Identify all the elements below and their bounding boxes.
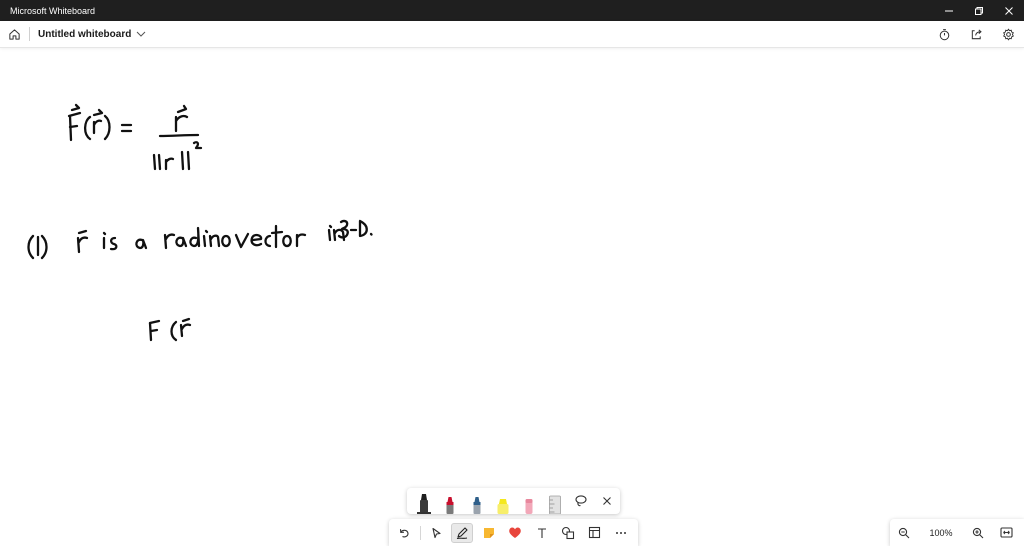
ruler-icon	[549, 495, 562, 514]
close-button[interactable]	[994, 0, 1024, 21]
zoom-level[interactable]: 100%	[918, 528, 964, 538]
reaction-tool[interactable]	[502, 519, 529, 546]
window-title: Microsoft Whiteboard	[10, 5, 96, 16]
zoom-in-icon	[972, 527, 984, 538]
minimize-icon	[945, 10, 953, 11]
pink-highlighter[interactable]	[516, 488, 542, 514]
more-button[interactable]	[608, 519, 635, 546]
ink-layer	[27, 103, 373, 342]
red-pen-icon	[446, 497, 454, 514]
board-menu-button[interactable]	[136, 30, 146, 38]
sticky-note-tool[interactable]	[476, 519, 503, 546]
shapes-icon	[562, 526, 575, 539]
settings-button[interactable]	[992, 21, 1024, 48]
pink-highlighter-icon	[525, 499, 533, 514]
more-icon	[616, 531, 627, 534]
whiteboard-canvas[interactable]	[0, 49, 1024, 546]
minimize-button[interactable]	[934, 0, 964, 21]
zoom-controls: 100%	[890, 519, 1024, 546]
sticky-note-icon	[483, 527, 494, 538]
main-toolbar	[389, 519, 638, 546]
black-pen[interactable]	[411, 488, 437, 514]
undo-icon	[400, 528, 409, 537]
title-bar: Microsoft Whiteboard	[0, 0, 1024, 21]
zoom-out-icon	[898, 527, 910, 538]
templates-icon	[589, 526, 601, 539]
close-icon	[603, 497, 612, 505]
header-divider	[29, 27, 30, 41]
lasso-icon	[575, 495, 587, 507]
select-icon	[432, 527, 441, 538]
pen-tray	[407, 488, 620, 514]
blue-pen[interactable]	[464, 488, 490, 514]
ink-note	[27, 219, 373, 260]
settings-icon	[1002, 28, 1014, 40]
restore-icon	[975, 6, 983, 15]
board-title[interactable]: Untitled whiteboard	[38, 29, 131, 40]
lasso-button[interactable]	[569, 488, 595, 514]
app-header: Untitled whiteboard	[0, 21, 1024, 48]
yellow-highlighter[interactable]	[490, 488, 516, 514]
text-tool[interactable]	[529, 519, 556, 546]
fit-to-screen-button[interactable]	[992, 519, 1020, 546]
restore-button[interactable]	[964, 0, 994, 21]
red-pen[interactable]	[437, 488, 463, 514]
blue-pen-icon	[473, 497, 481, 514]
toolbar-divider	[419, 525, 421, 540]
zoom-in-button[interactable]	[964, 519, 992, 546]
timer-icon	[939, 28, 949, 40]
undo-button[interactable]	[391, 519, 418, 546]
templates-tool[interactable]	[582, 519, 609, 546]
select-tool[interactable]	[423, 519, 450, 546]
yellow-highlighter-icon	[497, 499, 509, 514]
reaction-icon	[509, 527, 522, 538]
timer-button[interactable]	[928, 21, 960, 48]
share-button[interactable]	[960, 21, 992, 48]
pen-icon	[457, 526, 468, 539]
fit-screen-icon	[999, 527, 1013, 538]
share-icon	[971, 28, 982, 39]
home-icon	[8, 28, 20, 40]
close-icon	[1005, 6, 1013, 15]
home-button[interactable]	[1, 21, 27, 48]
ink-partial	[148, 317, 192, 342]
shapes-tool[interactable]	[555, 519, 582, 546]
close-tray-button[interactable]	[594, 488, 620, 514]
chevron-down-icon	[136, 31, 146, 37]
ruler[interactable]	[542, 488, 568, 514]
pen-tool[interactable]	[449, 519, 476, 546]
text-icon	[537, 527, 546, 538]
ink-formula	[67, 103, 203, 171]
black-pen-icon	[420, 494, 429, 514]
zoom-out-button[interactable]	[890, 519, 918, 546]
